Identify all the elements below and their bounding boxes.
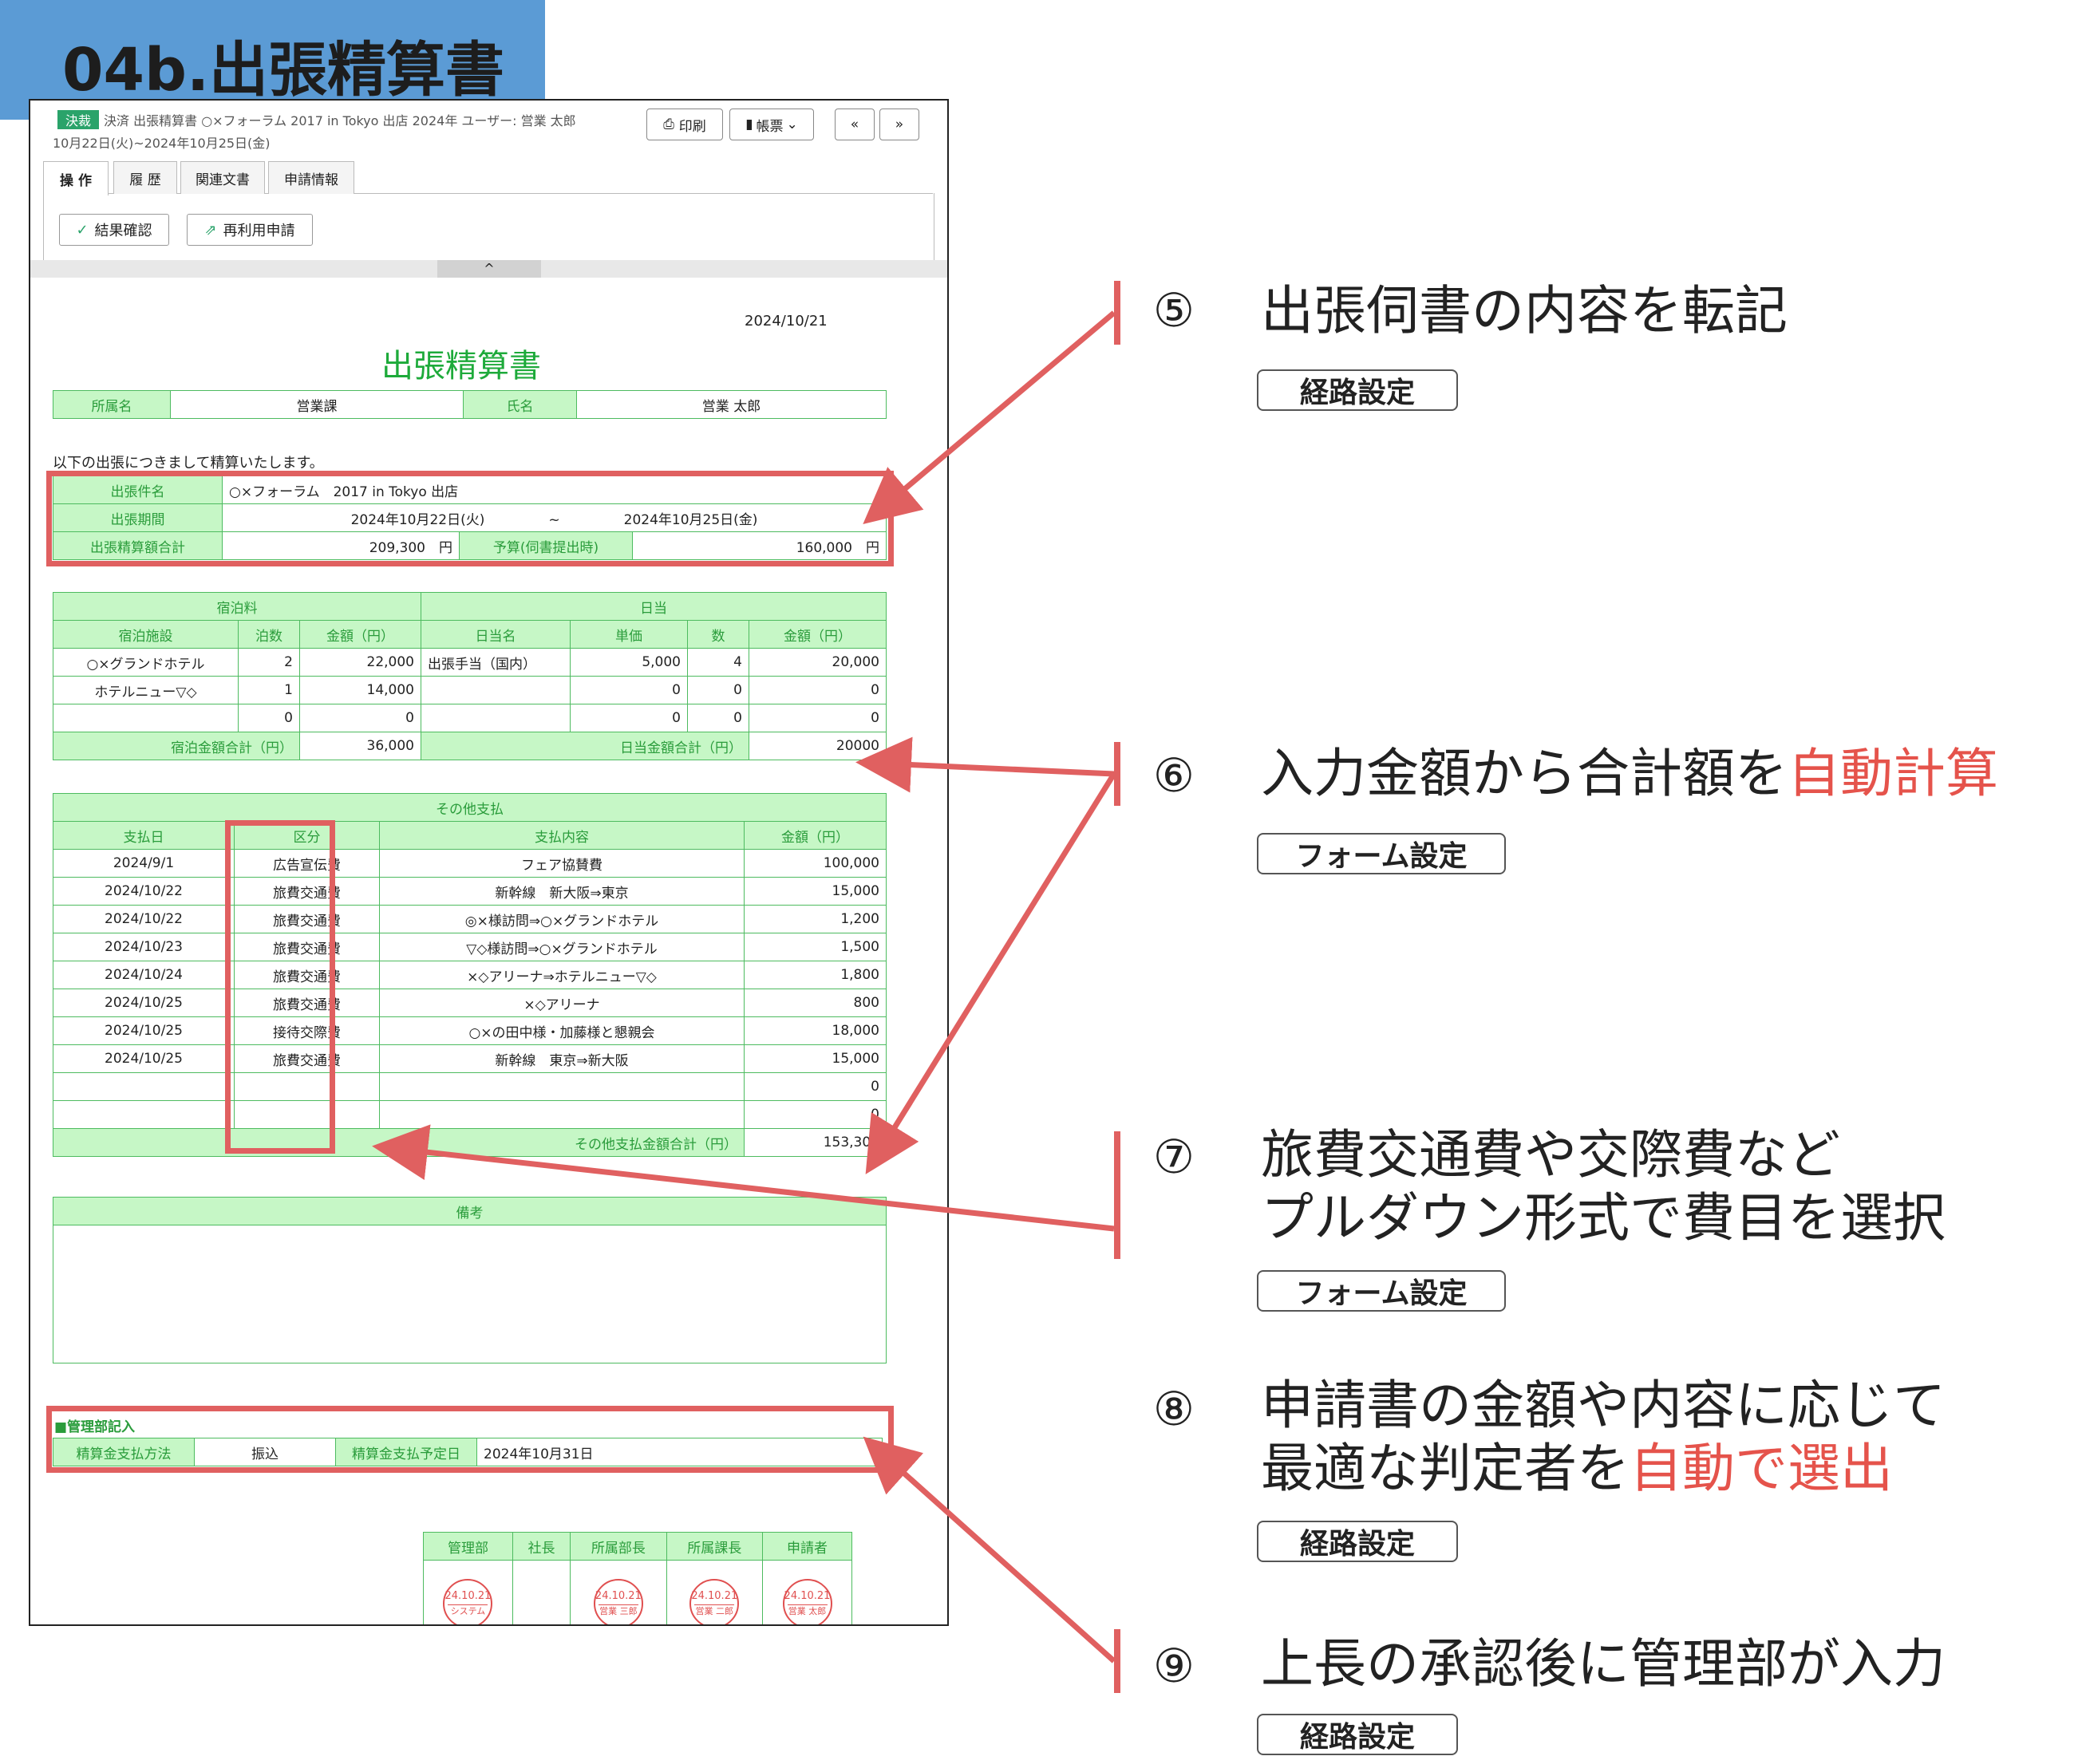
- annotation-arrows: [372, 310, 1116, 1663]
- arrow-7: [372, 1124, 1115, 1232]
- arrow-5: [863, 310, 1116, 525]
- arrow-9: [863, 1436, 1116, 1663]
- arrow-6a: [855, 736, 1115, 793]
- arrow-6b: [865, 772, 1116, 1174]
